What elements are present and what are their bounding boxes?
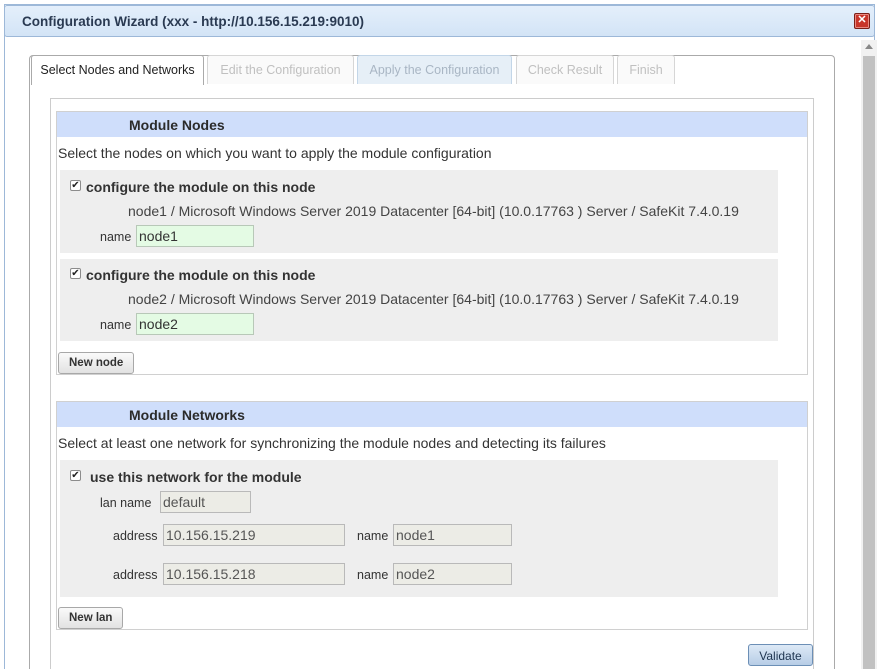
- address-label-1: address: [113, 529, 158, 543]
- lan-check-label: use this network for the module: [90, 469, 302, 485]
- module-networks-title: Module Networks: [129, 407, 245, 423]
- node1-info: node1 / Microsoft Windows Server 2019 Da…: [128, 203, 739, 219]
- title-bar: Configuration Wizard (xxx - http://10.15…: [4, 5, 875, 37]
- node1-checkbox[interactable]: ✔: [70, 180, 81, 191]
- node2-check-label: configure the module on this node: [86, 267, 316, 283]
- node-box-1: ✔ configure the module on this node node…: [60, 170, 778, 253]
- tab-check-result[interactable]: Check Result: [516, 55, 614, 84]
- validate-button[interactable]: Validate: [748, 644, 813, 666]
- module-networks-header: Module Networks: [57, 402, 807, 427]
- module-networks-instruction: Select at least one network for synchron…: [58, 435, 606, 451]
- module-nodes-instruction: Select the nodes on which you want to ap…: [58, 145, 492, 161]
- scroll-thumb[interactable]: [863, 56, 875, 669]
- module-nodes-header: Module Nodes: [57, 112, 807, 137]
- address-label-2: address: [113, 568, 158, 582]
- address-input-2[interactable]: [163, 563, 345, 585]
- new-node-button[interactable]: New node: [58, 352, 135, 374]
- node2-info: node2 / Microsoft Windows Server 2019 Da…: [128, 291, 739, 307]
- address-name-label-2: name: [357, 568, 389, 582]
- address-input-1[interactable]: [163, 524, 345, 546]
- module-nodes-section: Module Nodes Select the nodes on which y…: [56, 111, 808, 375]
- tab-edit-the-configuration[interactable]: Edit the Configuration: [207, 55, 354, 84]
- module-nodes-title: Module Nodes: [129, 117, 225, 133]
- node1-name-label: name: [100, 230, 132, 244]
- close-icon[interactable]: ✕: [854, 13, 870, 29]
- tab-apply-the-configuration[interactable]: Apply the Configuration: [357, 55, 512, 84]
- lan-box: ✔ use this network for the module lan na…: [60, 460, 778, 597]
- node1-name-input[interactable]: [136, 225, 254, 247]
- vertical-scrollbar[interactable]: [861, 40, 877, 669]
- lan-name-input[interactable]: [160, 491, 251, 513]
- node2-name-label: name: [100, 318, 132, 332]
- node1-check-label: configure the module on this node: [86, 179, 316, 195]
- node-box-2: ✔ configure the module on this node node…: [60, 259, 778, 341]
- scroll-up-arrow-icon[interactable]: [865, 44, 873, 49]
- module-networks-section: Module Networks Select at least one netw…: [56, 401, 808, 630]
- lan-name-label: lan name: [100, 496, 152, 510]
- node2-name-input[interactable]: [136, 313, 254, 335]
- tab-finish[interactable]: Finish: [617, 55, 675, 84]
- address-name-label-1: name: [357, 529, 389, 543]
- address-name-input-1[interactable]: [393, 524, 512, 546]
- address-name-input-2[interactable]: [393, 563, 512, 585]
- new-lan-button[interactable]: New lan: [58, 607, 124, 629]
- tab-select-nodes-and-networks[interactable]: Select Nodes and Networks: [31, 55, 204, 85]
- lan-checkbox[interactable]: ✔: [70, 470, 81, 481]
- window-title: Configuration Wizard (xxx - http://10.15…: [22, 14, 364, 29]
- node2-checkbox[interactable]: ✔: [70, 268, 81, 279]
